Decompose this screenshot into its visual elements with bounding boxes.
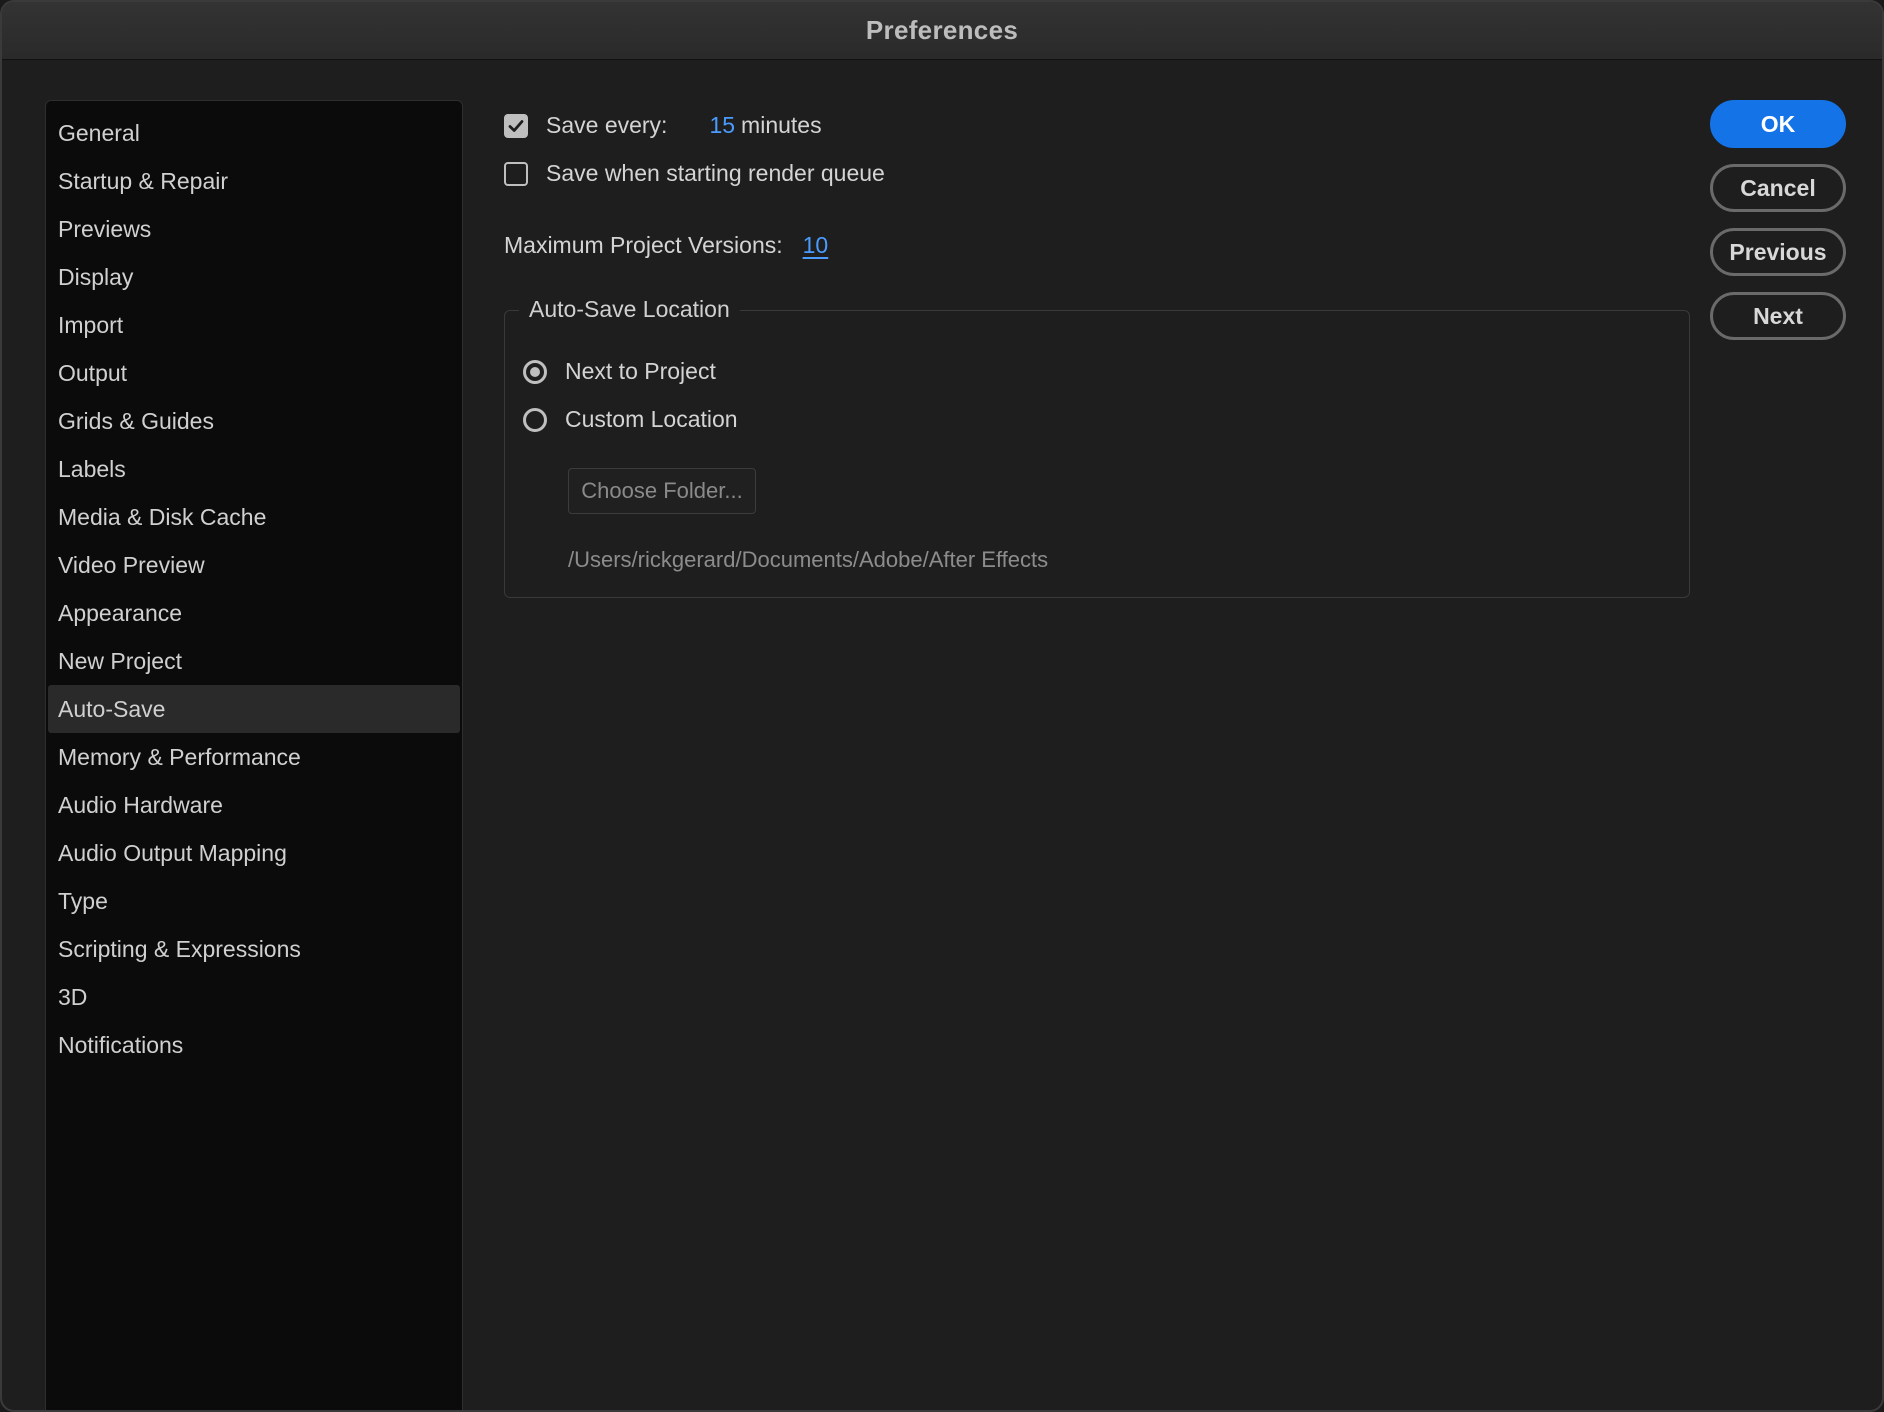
sidebar-item-notifications[interactable]: Notifications — [48, 1021, 460, 1069]
custom-location-radio[interactable] — [523, 407, 547, 432]
sidebar-item-appearance[interactable]: Appearance — [48, 589, 460, 637]
sidebar-item-labels[interactable]: Labels — [48, 445, 460, 493]
auto-save-location-group: Auto-Save Location Next to Project Custo… — [504, 296, 1690, 598]
max-versions-row: Maximum Project Versions: 10 — [504, 232, 828, 259]
sidebar-item-3d[interactable]: 3D — [48, 973, 460, 1021]
save-every-row: Save every: 15 minutes — [504, 112, 822, 139]
sidebar-item-media-disk-cache[interactable]: Media & Disk Cache — [48, 493, 460, 541]
save-every-unit: minutes — [741, 112, 822, 138]
sidebar-item-type[interactable]: Type — [48, 877, 460, 925]
sidebar-item-output[interactable]: Output — [48, 349, 460, 397]
window-title: Preferences — [865, 15, 1019, 45]
sidebar-item-general[interactable]: General — [48, 109, 460, 157]
title-bar: Preferences — [2, 2, 1882, 60]
sidebar-item-scripting-expressions[interactable]: Scripting & Expressions — [48, 925, 460, 973]
save-every-checkbox[interactable] — [504, 113, 528, 138]
sidebar-item-auto-save[interactable]: Auto-Save — [48, 685, 460, 733]
radio-selected-dot — [530, 366, 540, 377]
sidebar-item-import[interactable]: Import — [48, 301, 460, 349]
radio-next-to-project-row: Next to Project — [523, 358, 716, 385]
sidebar-item-video-preview[interactable]: Video Preview — [48, 541, 460, 589]
max-versions-value[interactable]: 10 — [803, 232, 829, 259]
auto-save-path: /Users/rickgerard/Documents/Adobe/After … — [568, 547, 1049, 572]
save-every-label: Save every: — [546, 112, 668, 138]
sidebar-item-audio-output-mapping[interactable]: Audio Output Mapping — [48, 829, 460, 877]
sidebar-item-grids-guides[interactable]: Grids & Guides — [48, 397, 460, 445]
choose-folder-button[interactable]: Choose Folder... — [568, 468, 756, 514]
sidebar-item-new-project[interactable]: New Project — [48, 637, 460, 685]
next-to-project-radio[interactable] — [523, 359, 547, 384]
ok-button[interactable]: OK — [1710, 100, 1846, 148]
custom-location-label: Custom Location — [565, 406, 738, 432]
render-queue-row: Save when starting render queue — [504, 160, 885, 187]
checkmark-icon — [508, 119, 524, 132]
radio-custom-location-row: Custom Location — [523, 406, 738, 433]
preferences-sidebar: General Startup & Repair Previews Displa… — [45, 100, 463, 1410]
cancel-button[interactable]: Cancel — [1710, 164, 1846, 212]
render-queue-label: Save when starting render queue — [546, 160, 885, 186]
max-versions-label: Maximum Project Versions: — [504, 232, 783, 258]
save-every-minutes-value[interactable]: 15 — [709, 112, 735, 139]
auto-save-location-legend: Auto-Save Location — [519, 296, 740, 323]
render-queue-checkbox[interactable] — [504, 161, 528, 186]
sidebar-item-previews[interactable]: Previews — [48, 205, 460, 253]
sidebar-item-audio-hardware[interactable]: Audio Hardware — [48, 781, 460, 829]
sidebar-item-display[interactable]: Display — [48, 253, 460, 301]
preferences-window: Preferences General Startup & Repair Pre… — [0, 0, 1884, 1412]
sidebar-item-memory-performance[interactable]: Memory & Performance — [48, 733, 460, 781]
next-button[interactable]: Next — [1710, 292, 1846, 340]
sidebar-item-startup-repair[interactable]: Startup & Repair — [48, 157, 460, 205]
next-to-project-label: Next to Project — [565, 358, 716, 384]
previous-button[interactable]: Previous — [1710, 228, 1846, 276]
